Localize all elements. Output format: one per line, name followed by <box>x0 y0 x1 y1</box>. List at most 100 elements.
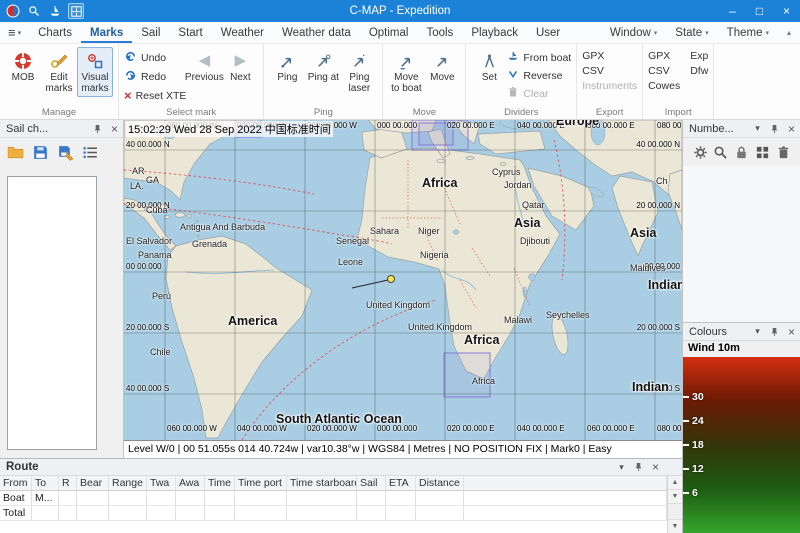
route-cell[interactable] <box>147 506 176 521</box>
move-button[interactable]: Move <box>424 47 460 86</box>
reset-xte-button[interactable]: × Reset XTE <box>124 88 186 103</box>
route-cell[interactable] <box>464 491 667 506</box>
ping-button[interactable]: Ping <box>269 47 305 86</box>
move-to-boat-button[interactable]: Move to boat <box>388 47 424 97</box>
list-icon[interactable] <box>81 143 99 161</box>
next-mark-button[interactable]: ▶ Next <box>222 47 258 86</box>
route-scrollbar[interactable]: ▲ ▼ ▼ <box>667 476 682 533</box>
menu-window[interactable]: Window▾ <box>601 22 666 43</box>
tab-sail[interactable]: Sail <box>132 22 169 43</box>
previous-mark-button[interactable]: ◀ Previous <box>186 47 222 86</box>
route-cell[interactable] <box>235 491 287 506</box>
route-column-range[interactable]: Range <box>109 476 147 491</box>
world-map[interactable] <box>124 120 682 440</box>
map-canvas[interactable]: 15:02:29 Wed 28 Sep 2022 中国标准时间 060 00.0… <box>124 120 682 440</box>
chevron-down-icon[interactable]: ▾ <box>615 460 628 474</box>
route-column-distance[interactable]: Distance <box>416 476 464 491</box>
close-icon[interactable]: × <box>649 460 662 474</box>
route-cell[interactable] <box>416 491 464 506</box>
route-column-r[interactable]: R <box>59 476 77 491</box>
pin-icon[interactable] <box>768 325 781 339</box>
minimize-button[interactable]: – <box>719 0 746 22</box>
maximize-button[interactable]: □ <box>746 0 773 22</box>
route-cell[interactable] <box>416 506 464 521</box>
route-cell[interactable] <box>464 506 667 521</box>
route-column-awa[interactable]: Awa <box>176 476 205 491</box>
scroll-up-icon[interactable]: ▲ <box>668 476 682 490</box>
sail-chart-list[interactable] <box>7 176 97 450</box>
edit-marks-button[interactable]: Edit marks <box>41 47 77 97</box>
route-cell[interactable]: M... <box>32 491 59 506</box>
menu-theme[interactable]: Theme▾ <box>718 22 778 43</box>
route-cell[interactable] <box>77 506 109 521</box>
route-column-bear[interactable]: Bear <box>77 476 109 491</box>
undo-button[interactable]: Undo <box>124 50 186 66</box>
route-cell[interactable] <box>176 491 205 506</box>
route-column-to[interactable]: To <box>32 476 59 491</box>
visual-marks-button[interactable]: Visual marks <box>77 47 113 97</box>
import-dfw-button[interactable]: Dfw <box>690 65 708 77</box>
route-column-time[interactable]: Time <box>205 476 235 491</box>
search-icon[interactable] <box>712 143 730 161</box>
route-cell[interactable]: Total <box>0 506 32 521</box>
route-cell[interactable] <box>32 506 59 521</box>
route-column-twa[interactable]: Twa <box>147 476 176 491</box>
route-column-from[interactable]: From <box>0 476 32 491</box>
dividers-from-boat-button[interactable]: From boat <box>507 50 571 65</box>
dividers-reverse-button[interactable]: Reverse <box>507 68 571 83</box>
export-gpx-button[interactable]: GPX <box>582 50 637 62</box>
menu-icon[interactable]: ≡▾ <box>0 22 29 43</box>
search-icon[interactable] <box>26 3 42 19</box>
tab-tools[interactable]: Tools <box>417 22 462 43</box>
route-cell[interactable] <box>287 506 357 521</box>
trash-icon[interactable] <box>774 143 792 161</box>
tab-start[interactable]: Start <box>169 22 211 43</box>
save-icon[interactable] <box>31 143 49 161</box>
close-icon[interactable]: × <box>785 122 798 136</box>
chart-icon[interactable] <box>68 3 84 19</box>
import-exp-button[interactable]: Exp <box>690 50 708 62</box>
ping-laser-button[interactable]: Ping laser <box>341 47 377 97</box>
mob-button[interactable]: MOB <box>5 47 41 86</box>
mark-Mark0[interactable] <box>388 276 395 283</box>
boat-icon[interactable] <box>47 3 63 19</box>
route-cell[interactable]: Boat <box>0 491 32 506</box>
route-cell[interactable] <box>109 491 147 506</box>
gear-icon[interactable] <box>691 143 709 161</box>
route-cell[interactable] <box>77 491 109 506</box>
scroll-down-icon[interactable]: ▼ <box>668 490 682 504</box>
tab-user[interactable]: User <box>527 22 569 43</box>
numbers-body[interactable] <box>683 166 800 322</box>
route-cell[interactable] <box>287 491 357 506</box>
pin-icon[interactable] <box>768 122 781 136</box>
route-column-time-port[interactable]: Time port <box>235 476 287 491</box>
menu-state[interactable]: State▾ <box>666 22 717 43</box>
pin-icon[interactable] <box>632 460 645 474</box>
collapse-ribbon-icon[interactable]: ▴ <box>778 22 800 43</box>
route-cell[interactable] <box>147 491 176 506</box>
close-button[interactable]: × <box>773 0 800 22</box>
redo-button[interactable]: Redo <box>124 69 186 85</box>
set-dividers-button[interactable]: Set <box>471 47 507 86</box>
export-csv-button[interactable]: CSV <box>582 65 637 77</box>
pin-icon[interactable] <box>91 122 104 136</box>
route-cell[interactable] <box>176 506 205 521</box>
import-gpx-button[interactable]: GPX <box>648 50 680 62</box>
save-edit-icon[interactable] <box>56 143 74 161</box>
chevron-down-icon[interactable]: ▾ <box>751 325 764 339</box>
route-cell[interactable] <box>235 506 287 521</box>
grid-icon[interactable] <box>753 143 771 161</box>
import-cowes-button[interactable]: Cowes <box>648 80 680 92</box>
route-cell[interactable] <box>59 506 77 521</box>
scroll-bottom-icon[interactable]: ▼ <box>668 519 682 533</box>
route-cell[interactable] <box>109 506 147 521</box>
tab-playback[interactable]: Playback <box>462 22 527 43</box>
chevron-down-icon[interactable]: ▾ <box>751 122 764 136</box>
close-icon[interactable]: × <box>785 325 798 339</box>
route-column-time-starboard[interactable]: Time starboard <box>287 476 357 491</box>
tab-charts[interactable]: Charts <box>29 22 81 43</box>
ping-at-button[interactable]: Ping at <box>305 47 341 86</box>
tab-marks[interactable]: Marks <box>81 22 132 43</box>
export-instruments-button[interactable]: Instruments <box>582 80 637 92</box>
lock-icon[interactable] <box>733 143 751 161</box>
